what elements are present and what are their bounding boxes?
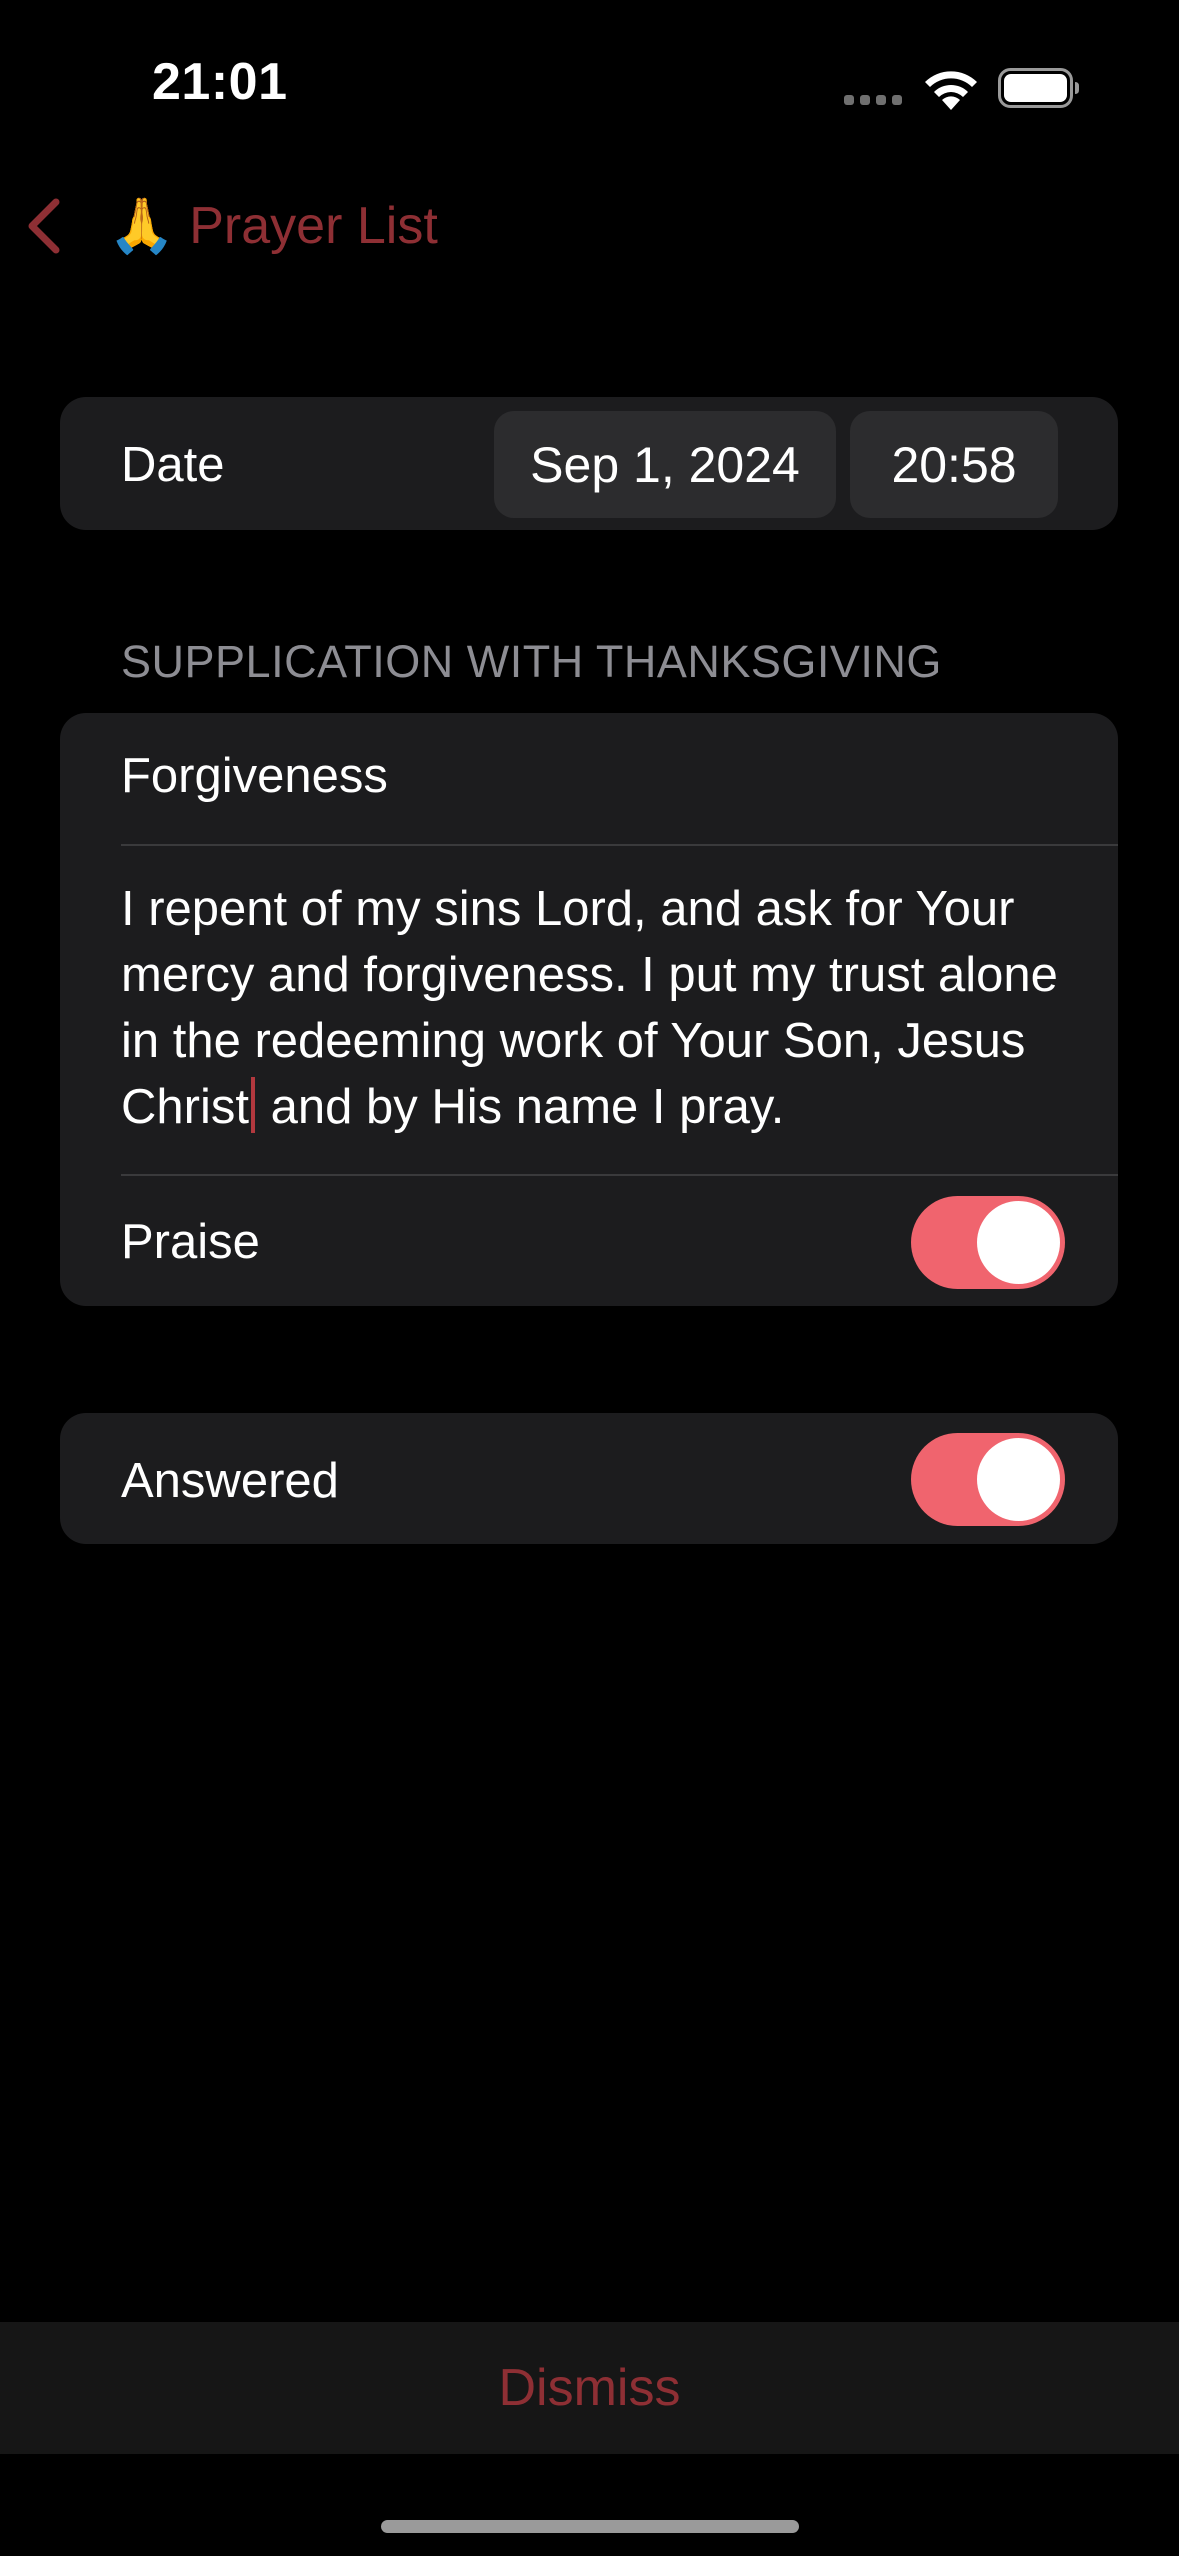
- prayer-body-text-after: and by His name I pray.: [256, 1080, 785, 1134]
- battery-icon: [998, 68, 1079, 108]
- wifi-icon: [925, 71, 977, 110]
- prayer-title-field[interactable]: Forgiveness: [121, 748, 388, 804]
- dismiss-button[interactable]: Dismiss: [499, 2358, 681, 2418]
- cellular-signal-icon: [844, 93, 904, 107]
- toggle-knob: [977, 1438, 1060, 1521]
- status-time: 21:01: [152, 53, 288, 111]
- prayer-body-field[interactable]: I repent of my sins Lord, and ask for Yo…: [121, 876, 1071, 1140]
- section-header: SUPPLICATION WITH THANKSGIVING: [121, 636, 942, 687]
- answered-label: Answered: [121, 1454, 339, 1508]
- date-picker-button[interactable]: Sep 1, 2024: [494, 411, 836, 518]
- answered-toggle[interactable]: [911, 1433, 1065, 1526]
- praying-hands-emoji: 🙏: [108, 196, 176, 256]
- back-label: Prayer List: [189, 197, 438, 255]
- home-indicator[interactable]: [381, 2520, 799, 2533]
- chevron-left-icon: [28, 198, 60, 254]
- text-cursor: [250, 1077, 255, 1133]
- divider: [121, 844, 1118, 846]
- divider: [121, 1174, 1118, 1176]
- dismiss-bar: Dismiss: [0, 2322, 1179, 2454]
- toggle-knob: [977, 1201, 1060, 1284]
- back-button[interactable]: 🙏 Prayer List: [20, 196, 438, 256]
- praise-label: Praise: [121, 1215, 260, 1269]
- time-picker-button[interactable]: 20:58: [850, 411, 1058, 518]
- date-label: Date: [121, 438, 225, 492]
- praise-toggle[interactable]: [911, 1196, 1065, 1289]
